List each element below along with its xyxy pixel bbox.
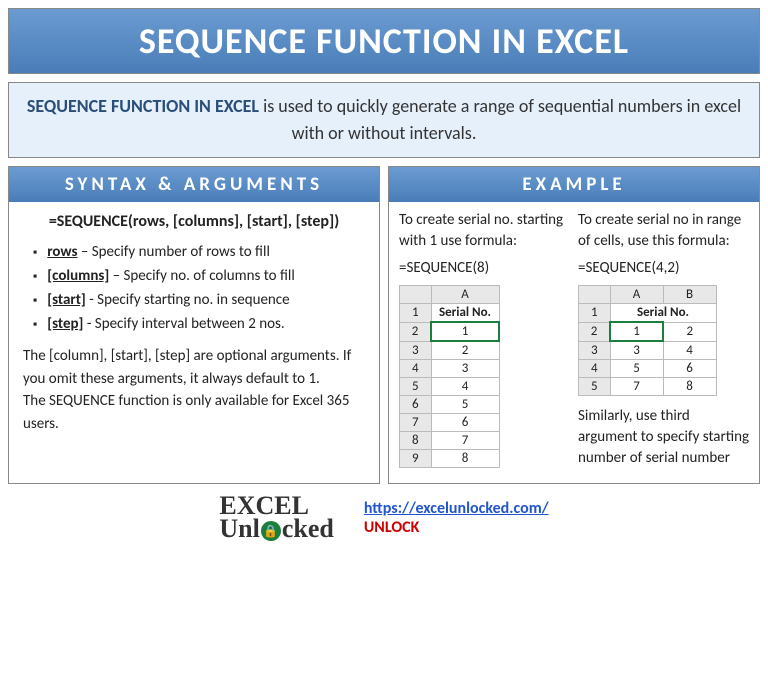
example-right: To create serial no in range of cells, u… [578,210,749,475]
intro-bold: SEQUENCE FUNCTION IN EXCEL [27,95,259,117]
arg-name: [start] [47,291,86,309]
serial-header: Serial No. [610,304,716,323]
cell: 3 [431,360,499,378]
arg-desc: - Specify starting no. in sequence [86,291,290,309]
cell: 4 [663,341,716,360]
logo-line2-post: cked [282,514,334,543]
arg-name: [step] [47,315,83,333]
row-header: 5 [400,378,432,396]
cell: 8 [431,450,499,468]
cell: 5 [431,396,499,414]
cell: 1 [431,322,499,341]
example-header: EXAMPLE [389,167,759,202]
row-header: 1 [400,304,432,323]
cell: 1 [610,322,663,341]
row-header: 2 [579,322,611,341]
arg-desc: – Specify no. of columns to fill [109,267,295,285]
cell: 6 [663,360,716,378]
row-header: 4 [400,360,432,378]
cell: 6 [431,414,499,432]
row-header: 3 [579,341,611,360]
serial-header: Serial No. [431,304,499,323]
row-header: 5 [579,378,611,396]
list-item: rows – Specify number of rows to fill [33,243,365,261]
syntax-header: SYNTAX & ARGUMENTS [9,167,379,202]
footer-url[interactable]: https://excelunlocked.com/ [364,499,549,518]
row-header: 4 [579,360,611,378]
syntax-note-1: The [column], [start], [step] are option… [23,345,365,390]
footer-links: https://excelunlocked.com/ UNLOCK [364,499,549,537]
col-header: B [663,286,716,304]
footer-unlock: UNLOCK [364,518,420,537]
arg-name: rows [47,243,77,261]
example-right-text: To create serial no in range of cells, u… [578,210,749,252]
list-item: [columns] – Specify no. of columns to fi… [33,267,365,285]
arg-desc: - Specify interval between 2 nos. [83,315,284,333]
footer: EXCEL Unl🔒cked https://excelunlocked.com… [8,494,760,541]
row-header: 7 [400,414,432,432]
lock-icon: 🔒 [261,521,281,541]
row-header: 1 [579,304,611,323]
logo-line2-pre: Unl [219,514,259,543]
example-left-text: To create serial no. starting with 1 use… [399,210,570,252]
col-header: A [431,286,499,304]
example-panel: EXAMPLE To create serial no. starting wi… [388,166,760,484]
row-header: 8 [400,432,432,450]
cell: 8 [663,378,716,396]
syntax-panel: SYNTAX & ARGUMENTS =SEQUENCE(rows, [colu… [8,166,380,484]
arg-name: [columns] [47,267,109,285]
arg-desc: – Specify number of rows to fill [78,243,270,261]
cell: 7 [431,432,499,450]
argument-list: rows – Specify number of rows to fill [c… [23,243,365,333]
row-header: 9 [400,450,432,468]
list-item: [start] - Specify starting no. in sequen… [33,291,365,309]
col-header: A [610,286,663,304]
row-header: 2 [400,322,432,341]
example-right-formula: =SEQUENCE(4,2) [578,258,749,279]
cell: 2 [431,341,499,360]
cell: 5 [610,360,663,378]
cell: 2 [663,322,716,341]
example-table-1: A 1Serial No. 21 32 43 54 65 76 87 98 [399,285,500,468]
syntax-formula: =SEQUENCE(rows, [columns], [start], [ste… [23,212,365,231]
example-left-formula: =SEQUENCE(8) [399,258,570,279]
cell: 3 [610,341,663,360]
intro-box: SEQUENCE FUNCTION IN EXCEL is used to qu… [8,82,760,158]
syntax-note-2: The SEQUENCE function is only available … [23,390,365,435]
cell: 7 [610,378,663,396]
row-header: 3 [400,341,432,360]
example-right-below: Similarly, use third argument to specify… [578,406,749,469]
example-table-2: AB 1Serial No. 212 334 456 578 [578,285,717,396]
list-item: [step] - Specify interval between 2 nos. [33,315,365,333]
cell: 4 [431,378,499,396]
intro-text: is used to quickly generate a range of s… [259,95,741,144]
logo: EXCEL Unl🔒cked [219,494,333,541]
row-header: 6 [400,396,432,414]
main-title: SEQUENCE FUNCTION IN EXCEL [8,8,760,74]
example-left: To create serial no. starting with 1 use… [399,210,570,475]
